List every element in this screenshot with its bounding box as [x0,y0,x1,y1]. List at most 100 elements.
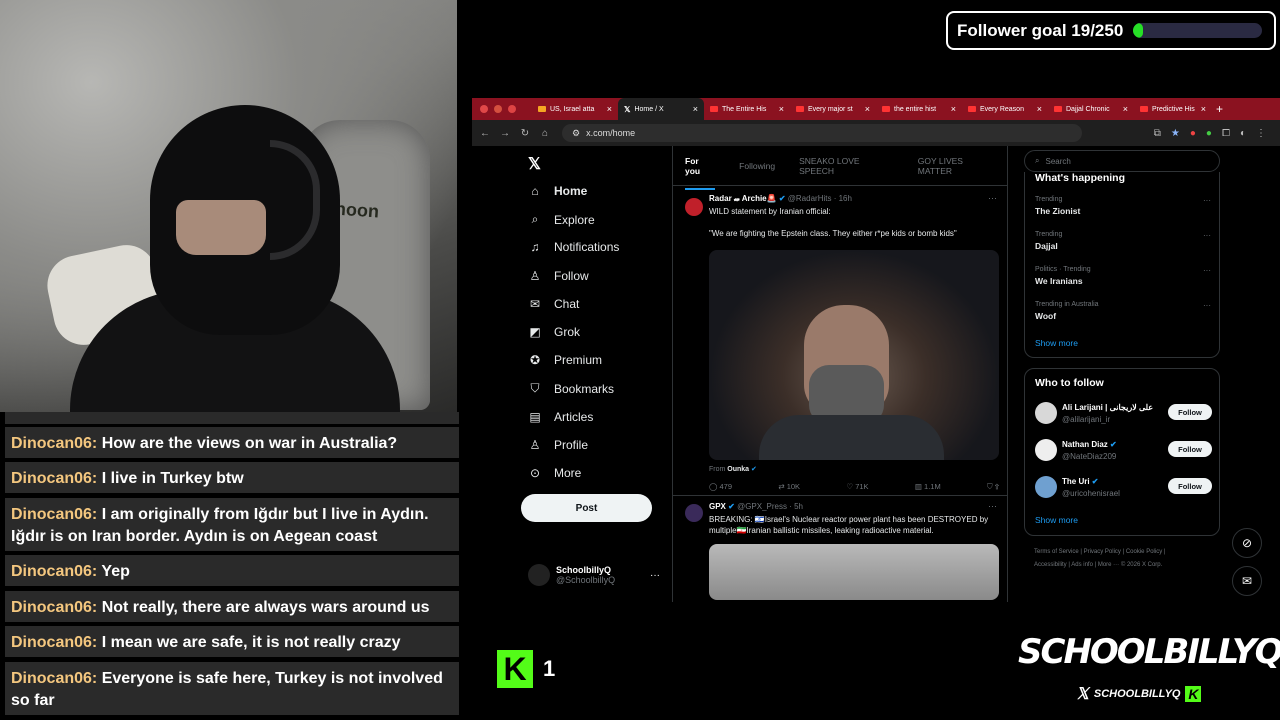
browser-menu-icon[interactable]: ⋮ [1256,128,1266,139]
views-button[interactable]: ▥ 1.1M [915,482,941,492]
browser-tab-active[interactable]: 𝕏 Home / X × [618,98,704,120]
streamer-face [176,200,266,255]
forward-arrow-icon[interactable]: → [498,128,512,139]
reload-icon[interactable]: ↻ [518,128,532,139]
x-logo-icon[interactable]: 𝕏 [528,154,541,174]
avatar[interactable] [685,504,703,522]
follow-button[interactable]: Follow [1168,404,1212,420]
search-input[interactable]: ⌕ Search [1024,150,1220,172]
tab-following[interactable]: Following [727,161,787,171]
nav-notifications[interactable]: ♫ Notifications [528,240,620,254]
nav-profile[interactable]: ♙ Profile [528,438,588,452]
maximize-window-button[interactable] [508,105,516,113]
footer-link[interactable]: Accessibility [1034,562,1067,568]
follow-button[interactable]: Follow [1168,441,1212,457]
tweet-author[interactable]: Radar 𝔀 Archie🚨 ✔ @RadarHits · 16h [709,194,852,204]
close-tab-icon[interactable]: × [1201,104,1206,114]
tweet-image[interactable] [709,544,999,600]
nav-chat[interactable]: ✉ Chat [528,297,579,311]
browser-tab[interactable]: Predictive His × [1134,98,1212,120]
site-info-icon[interactable]: ⚙ [572,128,580,139]
verified-badge-icon: ✔ [1091,477,1099,486]
footer-link[interactable]: More ··· [1098,562,1119,568]
nav-grok[interactable]: ◩ Grok [528,325,580,339]
extension-icon[interactable]: ● [1190,128,1196,139]
avatar[interactable] [685,198,703,216]
browser-tab[interactable]: the entire hist × [876,98,962,120]
mail-icon[interactable]: ✉ [1232,566,1262,596]
browser-tab[interactable]: Every Reason × [962,98,1048,120]
profile-avatar-icon[interactable]: ◐ [1240,128,1246,139]
browser-tab[interactable]: US, Israel atta × [532,98,618,120]
minimize-window-button[interactable] [494,105,502,113]
repost-button[interactable]: ⇄ 10K [778,482,800,492]
nav-home[interactable]: ⌂ Home [528,184,587,198]
tweet-video[interactable] [709,250,999,460]
install-icon[interactable]: ⧉ [1154,128,1161,139]
browser-tab[interactable]: Every major st × [790,98,876,120]
browser-tab[interactable]: The Entire His × [704,98,790,120]
back-arrow-icon[interactable]: ← [478,128,492,139]
follow-suggestion[interactable]: Nathan Diaz ✔ @NateDiaz209 Follow [1035,439,1212,469]
tweet-more-icon[interactable]: ··· [988,501,997,511]
close-tab-icon[interactable]: × [951,104,956,114]
close-window-button[interactable] [480,105,488,113]
nav-bookmarks[interactable]: ⛉ Bookmarks [528,381,614,396]
footer-link[interactable]: Cookie Policy [1126,549,1162,555]
nav-articles[interactable]: ▤ Articles [528,410,593,424]
footer-link[interactable]: Privacy Policy [1084,549,1121,555]
nav-premium[interactable]: ✪ Premium [528,353,602,367]
bookmark-star-icon[interactable]: ★ [1171,128,1180,139]
trend-item[interactable]: Politics · Trending We Iranians ··· [1035,266,1211,286]
extension-icon[interactable]: ● [1206,128,1212,139]
footer-link[interactable]: Ads info [1071,562,1093,568]
account-more-icon[interactable]: ··· [650,570,660,581]
browser-tab[interactable]: Dajjal Chronic × [1048,98,1134,120]
tab-bar: US, Israel atta × 𝕏 Home / X × The Entire H… [472,98,1280,120]
post-button[interactable]: Post [521,494,652,522]
close-tab-icon[interactable]: × [693,104,698,114]
x-logo-icon: 𝕏 [1076,686,1089,703]
follow-button[interactable]: Follow [1168,478,1212,494]
stream-chat: Dinocan06: How are the views on war in A… [0,412,462,720]
tweet[interactable]: Radar 𝔀 Archie🚨 ✔ @RadarHits · 16h ··· W… [673,190,1007,496]
more-icon[interactable]: ··· [1203,196,1211,205]
nav-more[interactable]: ⊙ More [528,466,581,480]
extensions-puzzle-icon[interactable]: ⧠ [1222,128,1230,139]
url-input[interactable]: ⚙ x.com/home [562,124,1082,142]
tweet-more-icon[interactable]: ··· [988,193,997,203]
like-button[interactable]: ♡ 71K [846,482,868,492]
tab-for-you[interactable]: For you [673,156,727,190]
show-more-link[interactable]: Show more [1035,515,1078,525]
x-logo-icon: 𝕏 [624,104,631,114]
new-tab-button[interactable]: + [1216,102,1223,116]
bookmark-button[interactable]: ⛉ ⇧ [987,482,999,492]
show-more-link[interactable]: Show more [1035,338,1078,348]
tweet[interactable]: GPX ✔ @GPX_Press · 5h ··· BREAKING: 🇮🇱Is… [673,500,1007,602]
more-icon[interactable]: ··· [1203,301,1211,310]
close-tab-icon[interactable]: × [607,104,612,114]
nav-follow[interactable]: ♙ Follow [528,269,589,283]
tab-goy[interactable]: GOY LIVES MATTER [906,156,1007,176]
follow-suggestion[interactable]: The Uri ✔ @uricohenisrael Follow [1035,476,1212,506]
footer-link[interactable]: Terms of Service [1034,549,1079,555]
close-tab-icon[interactable]: × [779,104,784,114]
grok-icon[interactable]: ⊘ [1232,528,1262,558]
trend-item[interactable]: Trending in Australia Woof ··· [1035,301,1211,321]
trend-item[interactable]: Trending The Zionist ··· [1035,196,1211,216]
close-tab-icon[interactable]: × [865,104,870,114]
tweet-author[interactable]: GPX ✔ @GPX_Press · 5h [709,502,803,511]
home-button-icon[interactable]: ⌂ [538,128,552,139]
account-switcher[interactable]: SchoolbillyQ @SchoolbillyQ [528,564,615,586]
follow-suggestion[interactable]: Ali Larijani | علی لاریجانی @alilarijani_… [1035,402,1212,432]
more-icon[interactable]: ··· [1203,266,1211,275]
share-icon[interactable]: ⇧ [995,482,999,491]
reply-button[interactable]: ◯ 479 [709,482,732,492]
trend-item[interactable]: Trending Dajjal ··· [1035,231,1211,251]
close-tab-icon[interactable]: × [1123,104,1128,114]
more-icon[interactable]: ··· [1203,231,1211,240]
close-tab-icon[interactable]: × [1037,104,1042,114]
follower-goal-label: Follower goal 19/250 [957,20,1124,40]
tab-sneako[interactable]: SNEAKO LOVE SPEECH [787,156,906,176]
nav-explore[interactable]: ⌕ Explore [528,212,595,227]
